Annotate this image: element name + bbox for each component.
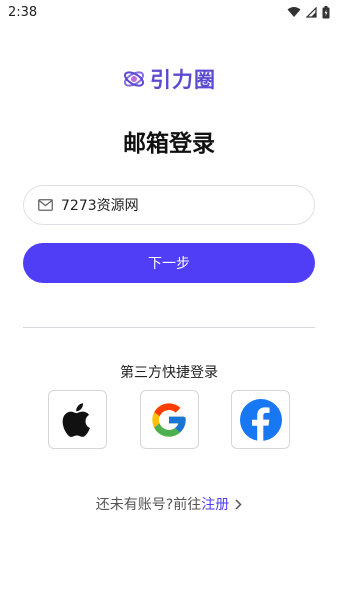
mail-icon xyxy=(38,199,53,211)
register-link[interactable]: 注册 xyxy=(201,494,229,514)
wifi-icon xyxy=(287,7,301,17)
brand-logo: 引力圈 xyxy=(0,64,338,94)
status-icons xyxy=(287,5,330,19)
apple-icon xyxy=(62,402,90,437)
page-title: 邮箱登录 xyxy=(123,131,215,157)
divider xyxy=(23,327,315,328)
email-field[interactable] xyxy=(23,185,315,225)
status-time: 2:38 xyxy=(8,4,38,20)
status-bar: 2:38 xyxy=(0,0,338,24)
register-prompt[interactable]: 还未有账号?前往 注册 xyxy=(0,494,338,514)
social-login-row xyxy=(48,390,290,449)
email-input[interactable] xyxy=(61,197,291,213)
brand-name: 引力圈 xyxy=(150,68,216,92)
third-party-label: 第三方快捷登录 xyxy=(120,365,218,381)
facebook-icon xyxy=(239,398,282,441)
register-prompt-text: 还未有账号?前往 xyxy=(95,497,202,513)
google-login-button[interactable] xyxy=(139,390,199,449)
next-button[interactable]: 下一步 xyxy=(23,243,315,283)
cellular-signal-icon xyxy=(306,6,317,18)
apple-login-button[interactable] xyxy=(48,390,107,449)
chevron-right-icon xyxy=(235,498,242,510)
facebook-login-button[interactable] xyxy=(231,390,290,449)
google-icon xyxy=(152,402,186,437)
orbit-logo-icon xyxy=(123,71,145,87)
battery-icon xyxy=(322,5,330,18)
